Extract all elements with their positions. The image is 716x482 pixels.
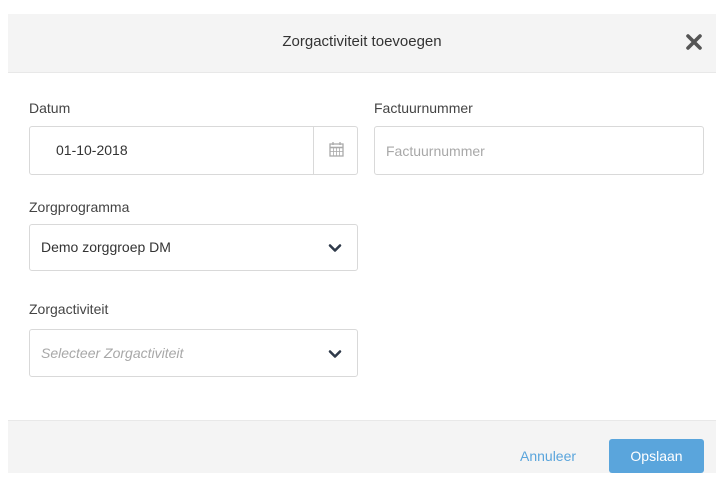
- factuurnummer-field[interactable]: [374, 126, 704, 175]
- datum-label: Datum: [29, 100, 71, 116]
- close-button[interactable]: [680, 28, 708, 56]
- datum-field[interactable]: 01-10-2018: [29, 126, 358, 175]
- zorgactiviteit-placeholder: Selecteer Zorgactiviteit: [41, 345, 184, 361]
- add-care-activity-dialog: Zorgactiviteit toevoegen Datum 01-10-201…: [8, 10, 716, 473]
- chevron-down-icon: [328, 244, 342, 252]
- zorgprogramma-label: Zorgprogramma: [29, 199, 130, 215]
- save-button[interactable]: Opslaan: [609, 439, 704, 473]
- dialog-footer: Annuleer Opslaan: [8, 420, 716, 473]
- dialog-header: Zorgactiviteit toevoegen: [8, 14, 716, 73]
- cancel-button[interactable]: Annuleer: [520, 439, 576, 473]
- dialog-title: Zorgactiviteit toevoegen: [282, 33, 442, 50]
- close-icon: [686, 34, 702, 50]
- factuurnummer-input[interactable]: [375, 127, 703, 174]
- calendar-icon: [329, 142, 344, 157]
- chevron-down-icon: [328, 350, 342, 358]
- datum-value: 01-10-2018: [56, 142, 128, 158]
- zorgactiviteit-select[interactable]: Selecteer Zorgactiviteit: [29, 329, 358, 377]
- calendar-button[interactable]: [313, 127, 357, 174]
- zorgprogramma-select[interactable]: Demo zorggroep DM: [29, 224, 358, 271]
- zorgprogramma-selected-value: Demo zorggroep DM: [41, 239, 171, 255]
- zorgactiviteit-label: Zorgactiviteit: [29, 301, 109, 317]
- factuurnummer-label: Factuurnummer: [374, 100, 473, 116]
